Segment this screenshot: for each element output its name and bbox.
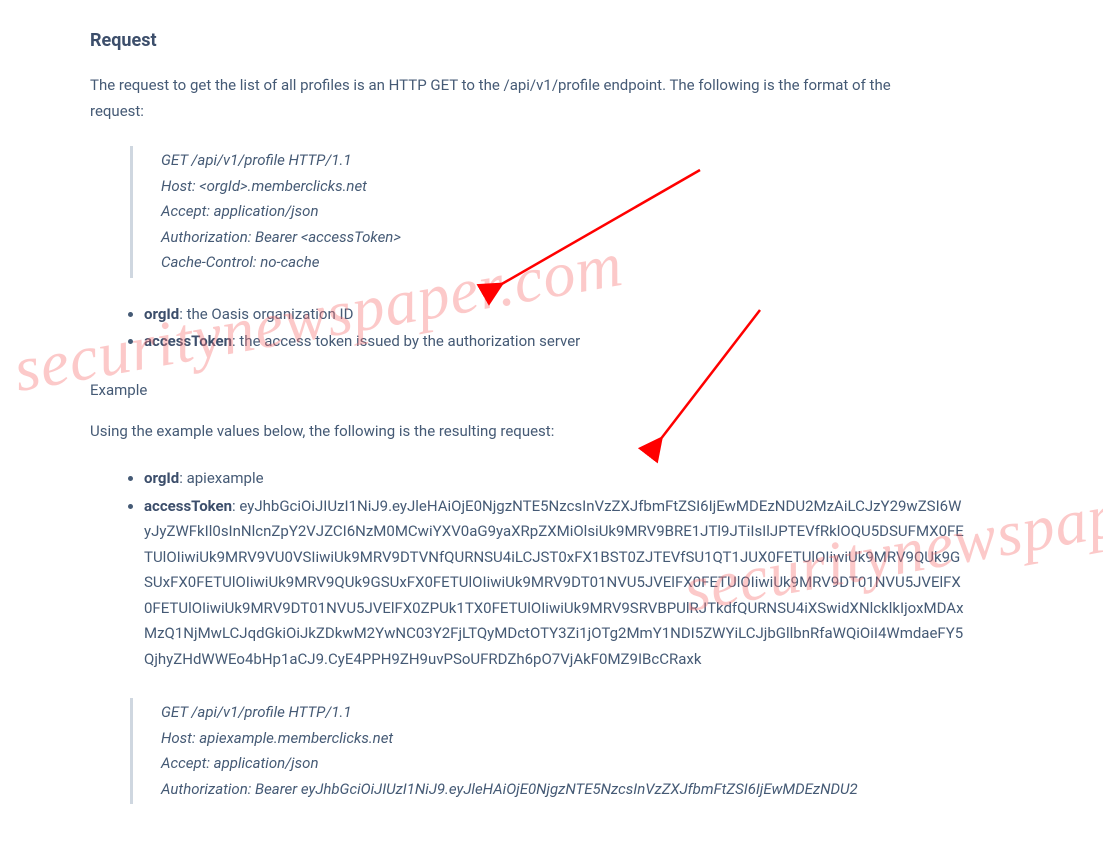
list-item: accessToken: eyJhbGciOiJIUzI1NiJ9.eyJleH… xyxy=(144,494,964,673)
code-line: Host: <orgId>.memberclicks.net xyxy=(161,174,910,200)
param-name: accessToken xyxy=(144,497,232,515)
example-intro: Using the example values below, the foll… xyxy=(90,419,930,445)
example-heading: Example xyxy=(90,381,1013,399)
section-heading: Request xyxy=(90,30,1013,51)
param-desc: : the Oasis organization ID xyxy=(179,305,353,323)
intro-paragraph: The request to get the list of all profi… xyxy=(90,73,930,124)
parameter-list: orgId: the Oasis organization ID accessT… xyxy=(144,302,964,355)
param-name: accessToken xyxy=(144,332,232,350)
param-value: : eyJhbGciOiJIUzI1NiJ9.eyJleHAiOjE0NjgzN… xyxy=(144,497,964,668)
code-line: Accept: application/json xyxy=(161,751,910,777)
example-request-block: GET /api/v1/profile HTTP/1.1 Host: apiex… xyxy=(130,698,910,804)
code-line: Cache-Control: no-cache xyxy=(161,250,910,276)
param-desc: : the access token issued by the authori… xyxy=(232,332,580,350)
code-line: Accept: application/json xyxy=(161,199,910,225)
param-value: : apiexample xyxy=(179,469,263,487)
param-name: orgId xyxy=(144,305,179,323)
code-line: Authorization: Bearer eyJhbGciOiJIUzI1Ni… xyxy=(161,777,910,803)
list-item: orgId: apiexample xyxy=(144,466,964,492)
code-line: Authorization: Bearer <accessToken> xyxy=(161,225,910,251)
code-line: Host: apiexample.memberclicks.net xyxy=(161,726,910,752)
code-line: GET /api/v1/profile HTTP/1.1 xyxy=(161,700,910,726)
list-item: accessToken: the access token issued by … xyxy=(144,329,964,355)
parameter-list: orgId: apiexample accessToken: eyJhbGciO… xyxy=(144,466,964,672)
param-name: orgId xyxy=(144,469,179,487)
list-item: orgId: the Oasis organization ID xyxy=(144,302,964,328)
code-line: GET /api/v1/profile HTTP/1.1 xyxy=(161,148,910,174)
request-format-block: GET /api/v1/profile HTTP/1.1 Host: <orgI… xyxy=(130,146,910,278)
